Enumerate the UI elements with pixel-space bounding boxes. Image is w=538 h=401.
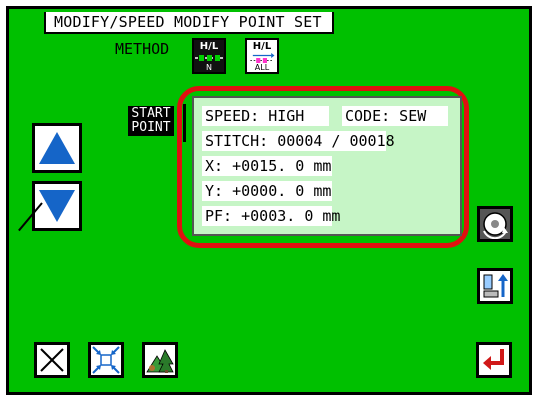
page-title: MODIFY/SPEED MODIFY POINT SET bbox=[44, 12, 334, 34]
hl-all-icon bbox=[250, 53, 275, 63]
start-point-label: START POINT bbox=[128, 106, 174, 136]
y-value: Y: +0000. 0 mm bbox=[202, 181, 332, 201]
presser-rotate-icon bbox=[483, 212, 508, 239]
enter-button[interactable] bbox=[476, 342, 512, 378]
method-sub-label: N bbox=[206, 63, 212, 72]
method-sub-label: ALL bbox=[254, 63, 270, 72]
zoom-button[interactable] bbox=[88, 342, 124, 378]
start-point-line2: POINT bbox=[131, 120, 171, 135]
background-image-button[interactable] bbox=[142, 342, 178, 378]
presser-up-icon bbox=[483, 274, 508, 298]
cancel-button[interactable] bbox=[34, 342, 70, 378]
method-hl-label: H/L bbox=[252, 41, 272, 52]
method-hl-n-button[interactable]: H/L N bbox=[192, 38, 226, 74]
zoom-icon bbox=[92, 346, 120, 374]
up-button[interactable] bbox=[32, 123, 82, 173]
method-hl-all-button[interactable]: H/L ALL bbox=[245, 38, 279, 74]
code-value: CODE: SEW bbox=[342, 106, 448, 126]
x-value: X: +0015. 0 mm bbox=[202, 156, 332, 176]
speed-value: SPEED: HIGH bbox=[202, 106, 329, 126]
enter-icon bbox=[483, 349, 504, 370]
method-label: METHOD bbox=[115, 40, 170, 58]
triangle-up-icon bbox=[39, 132, 75, 164]
pf-value: PF: +0003. 0 mm bbox=[202, 206, 340, 226]
presser-up-button[interactable] bbox=[477, 268, 513, 304]
stitch-value: STITCH: 00004 / 00018 bbox=[202, 131, 395, 151]
presser-rotate-button[interactable] bbox=[477, 206, 513, 242]
x-icon bbox=[40, 348, 64, 372]
start-point-line1: START bbox=[131, 106, 171, 121]
method-hl-label: H/L bbox=[199, 41, 219, 52]
scenery-icon bbox=[146, 349, 174, 373]
triangle-down-icon bbox=[39, 190, 75, 222]
hl-stitch-icon bbox=[195, 55, 223, 61]
